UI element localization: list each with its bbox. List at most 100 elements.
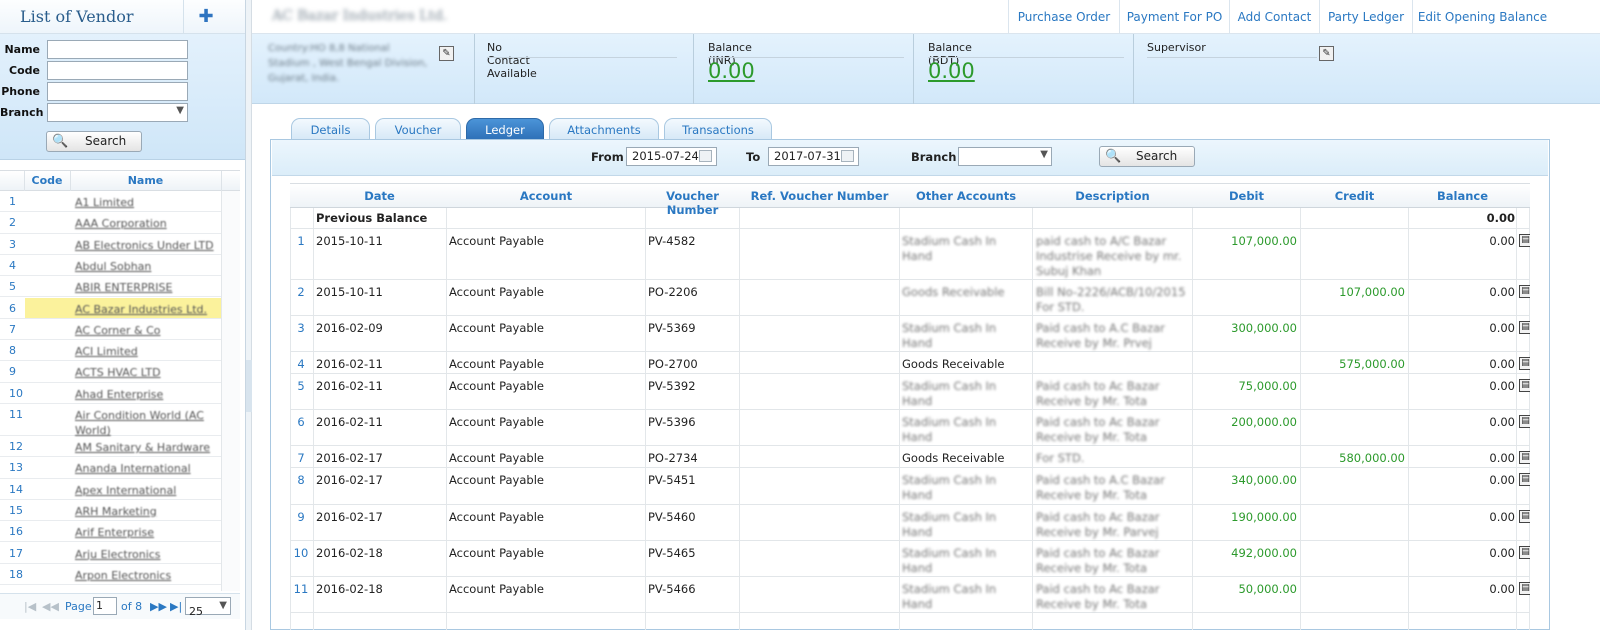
vendor-row[interactable]: 4 Abdul Sobhan	[0, 255, 240, 277]
vendor-name-link[interactable]: AC Corner & Co	[75, 323, 215, 338]
vendor-name-link[interactable]: Abdul Sobhan	[75, 259, 215, 274]
vendor-row[interactable]: 13 Ananda International	[0, 457, 240, 479]
vendor-row[interactable]: 12 AM Sanitary & Hardware	[0, 436, 240, 458]
ledger-search-button[interactable]: 🔍 Search	[1099, 146, 1195, 167]
name-column-header[interactable]: Name	[70, 174, 221, 187]
print-icon[interactable]: ▤	[1519, 357, 1530, 370]
ref-voucher-number-column-header[interactable]: Ref. Voucher Number	[740, 189, 899, 203]
ledger-row[interactable]: 5 2016-02-11 Account Payable PV-5392 Stadium…	[290, 374, 1530, 410]
vendor-name-link[interactable]: ABIR ENTERPRISE	[75, 280, 215, 295]
first-page-button[interactable]: |◀	[24, 600, 36, 613]
print-icon[interactable]: ▤	[1519, 321, 1530, 334]
vendor-row[interactable]: 17 Arju Electronics	[0, 543, 240, 564]
vendor-name-link[interactable]: A1 Limited	[75, 195, 215, 210]
to-date-input[interactable]: 2017-07-31	[768, 147, 859, 166]
vendor-name-link[interactable]: Air Condition World (AC World)	[75, 408, 215, 438]
vendor-row[interactable]: 11 Air Condition World (AC World)	[0, 404, 240, 438]
tab-voucher[interactable]: Voucher	[375, 118, 461, 139]
print-icon[interactable]: ▤	[1519, 582, 1530, 595]
ledger-row[interactable]: 7 2016-02-17 Account Payable PO-2734 Goods R…	[290, 446, 1530, 468]
edit-supervisor-button[interactable]: ✎	[1319, 46, 1334, 61]
print-icon[interactable]: ▤	[1519, 510, 1530, 523]
date-column-header[interactable]: Date	[313, 189, 446, 203]
vendor-row[interactable]: 5 ABIR ENTERPRISE	[0, 276, 240, 298]
vendor-row[interactable]: 15 ARH Marketing	[0, 500, 240, 522]
vendor-row[interactable]: 7 AC Corner & Co	[0, 319, 240, 341]
vendor-row[interactable]: 8 ACI Limited	[0, 340, 240, 362]
debit-column-header[interactable]: Debit	[1193, 189, 1300, 203]
name-field[interactable]	[47, 40, 188, 59]
ledger-row[interactable]: 4 2016-02-11 Account Payable PO-2700 Goods R…	[290, 352, 1530, 374]
account-column-header[interactable]: Account	[447, 189, 645, 203]
vendor-search-button[interactable]: 🔍 Search	[46, 131, 142, 152]
vendor-name-link[interactable]: Ahad Enterprise	[75, 387, 215, 402]
vendor-row[interactable]: 18 Arpon Electronics	[0, 564, 240, 586]
ledger-row[interactable]: 6 2016-02-11 Account Payable PV-5396 Stadium…	[290, 410, 1530, 446]
code-column-header[interactable]: Code	[24, 174, 70, 187]
vendor-name-link[interactable]: ACI Limited	[75, 344, 215, 359]
ledger-row[interactable]: 9 2016-02-17 Account Payable PV-5460 Stadium…	[290, 505, 1530, 541]
vendor-row[interactable]: 6 AC Bazar Industries Ltd.	[0, 297, 240, 319]
vendor-name-link[interactable]: Apex International	[75, 483, 215, 498]
vendor-name-link[interactable]: Arpon Electronics	[75, 568, 215, 583]
ledger-row[interactable]: 11 2016-02-18 Account Payable PV-5466 Stadiu…	[290, 577, 1530, 613]
edit-opening-balance-link[interactable]: Edit Opening Balance	[1412, 0, 1552, 34]
print-icon[interactable]: ▤	[1519, 234, 1530, 247]
balance-inr-value[interactable]: 0.00	[708, 59, 755, 83]
other-accounts-column-header[interactable]: Other Accounts	[900, 189, 1032, 203]
splitter-handle[interactable]	[246, 360, 252, 412]
balance-column-header[interactable]: Balance	[1409, 189, 1516, 203]
party-ledger-link[interactable]: Party Ledger	[1319, 0, 1412, 34]
code-field[interactable]	[47, 61, 188, 80]
credit-column-header[interactable]: Credit	[1301, 189, 1408, 203]
print-icon[interactable]: ▤	[1519, 285, 1530, 298]
payment-for-po-link[interactable]: Payment For PO	[1119, 0, 1229, 34]
vendor-row[interactable]: 2 AAA Corporation	[0, 212, 240, 234]
vendor-row[interactable]: 16 Arif Enterprise	[0, 521, 240, 543]
ledger-row[interactable]: 8 2016-02-17 Account Payable PV-5451 Stadium…	[290, 468, 1530, 505]
description-column-header[interactable]: Description	[1033, 189, 1192, 203]
ledger-row[interactable]: 1 2015-10-11 Account Payable PV-4582 Stadium…	[290, 229, 1530, 280]
vendor-name-link[interactable]: Arif Enterprise	[75, 525, 215, 540]
next-page-button[interactable]: ▶▶	[150, 600, 167, 613]
phone-field[interactable]	[47, 82, 188, 101]
vendor-name-link[interactable]: AAA Corporation	[75, 216, 215, 231]
balance-bdt-value[interactable]: 0.00	[928, 59, 975, 83]
branch-select[interactable]: ▼	[47, 103, 188, 122]
print-icon[interactable]: ▤	[1519, 379, 1530, 392]
vendor-row[interactable]: 1 A1 Limited	[0, 191, 240, 213]
last-page-button[interactable]: ▶|	[170, 600, 182, 613]
page-size-select[interactable]: 25 ▼	[185, 597, 231, 618]
ledger-branch-select[interactable]: ▼	[958, 147, 1052, 166]
ledger-row[interactable]: 10 2016-02-18 Account Payable PV-5465 Stadiu…	[290, 541, 1530, 577]
ledger-row[interactable]: 3 2016-02-09 Account Payable PV-5369 Stadium…	[290, 316, 1530, 352]
vendor-row[interactable]: 10 Ahad Enterprise	[0, 383, 240, 404]
vendor-name-link[interactable]: Arju Electronics	[75, 547, 215, 562]
from-date-input[interactable]: 2015-07-24	[626, 147, 717, 166]
add-contact-link[interactable]: Add Contact	[1229, 0, 1319, 34]
calendar-icon[interactable]	[841, 150, 854, 162]
vendor-name-link[interactable]: AC Bazar Industries Ltd.	[75, 302, 215, 317]
vendor-row[interactable]: 3 AB Electronics Under LTD	[0, 234, 240, 255]
vendor-row[interactable]: 9 ACTS HVAC LTD	[0, 361, 240, 383]
print-icon[interactable]: ▤	[1519, 546, 1530, 559]
vendor-grid-scrollbar[interactable]	[221, 191, 240, 591]
page-number-input[interactable]: 1	[93, 597, 117, 615]
vendor-row[interactable]: 14 Apex International	[0, 479, 240, 500]
vendor-name-link[interactable]: AB Electronics Under LTD	[75, 238, 215, 253]
tab-transactions[interactable]: Transactions	[664, 118, 772, 139]
print-icon[interactable]: ▤	[1519, 451, 1530, 464]
print-icon[interactable]: ▤	[1519, 473, 1530, 486]
ledger-row[interactable]: 2 2015-10-11 Account Payable PO-2206 Goods R…	[290, 280, 1530, 316]
prev-page-button[interactable]: ◀◀	[42, 600, 59, 613]
tab-ledger[interactable]: Ledger	[466, 118, 544, 139]
vendor-name-link[interactable]: ARH Marketing	[75, 504, 215, 519]
purchase-order-link[interactable]: Purchase Order	[1008, 0, 1119, 34]
calendar-icon[interactable]	[699, 150, 712, 162]
tab-details[interactable]: Details	[291, 118, 370, 139]
tab-attachments[interactable]: Attachments	[549, 118, 659, 139]
add-vendor-button[interactable]: ✚	[183, 0, 228, 34]
vendor-name-link[interactable]: Ananda International	[75, 461, 215, 476]
print-icon[interactable]: ▤	[1519, 415, 1530, 428]
edit-address-button[interactable]: ✎	[439, 46, 454, 61]
